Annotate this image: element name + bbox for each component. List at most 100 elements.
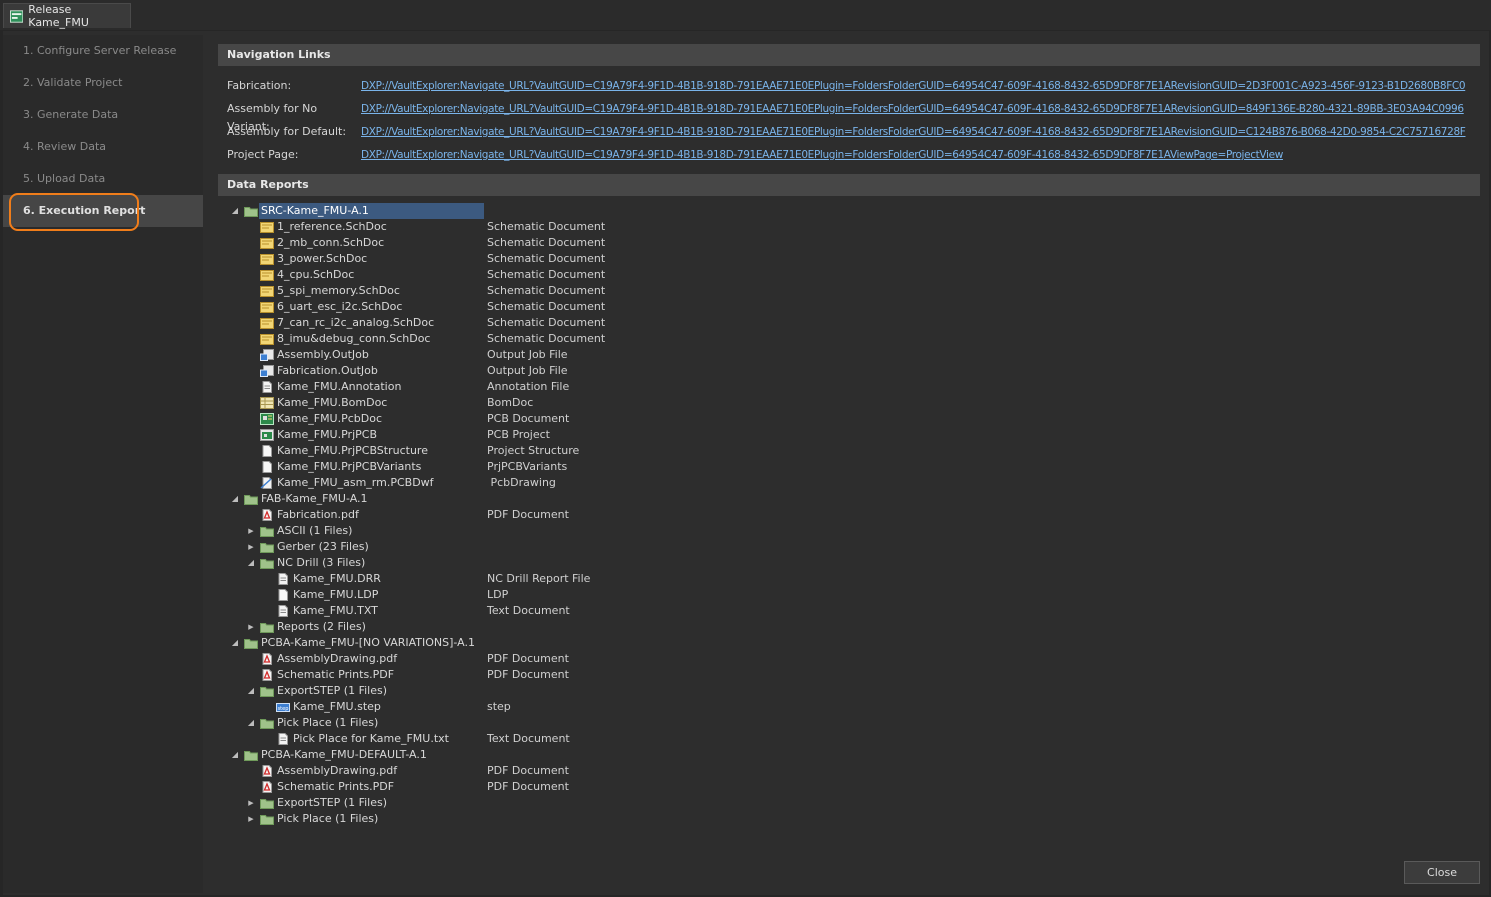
expand-arrow-icon[interactable]: ▶ <box>246 811 256 827</box>
tree-item-name[interactable]: Gerber (23 Files) <box>277 539 369 555</box>
tree-item-name[interactable]: Pick Place (1 Files) <box>277 715 378 731</box>
tree-item-name[interactable]: Kame_FMU.PcbDoc <box>277 411 382 427</box>
tree-row[interactable]: Assembly.OutJob Output Job File <box>228 347 828 363</box>
tree-item-name[interactable]: Reports (2 Files) <box>277 619 366 635</box>
tree-item-name[interactable]: Kame_FMU.PrjPCBVariants <box>277 459 421 475</box>
tree-item-name[interactable]: Pick Place (1 Files) <box>277 811 378 827</box>
tree-row[interactable]: 8_imu&debug_conn.SchDoc Schematic Documen… <box>228 331 828 347</box>
tree-item-name[interactable]: Kame_FMU.DRR <box>293 571 381 587</box>
tree-item-name[interactable]: Fabrication.pdf <box>277 507 359 523</box>
tree-item-name[interactable]: AssemblyDrawing.pdf <box>277 763 397 779</box>
tree-row[interactable]: Fabrication.pdf PDF Document <box>228 507 828 523</box>
tree-row[interactable]: 1_reference.SchDoc Schematic Document <box>228 219 828 235</box>
tree-item-name[interactable]: ASCII (1 Files) <box>277 523 352 539</box>
tree-item-name[interactable]: ExportSTEP (1 Files) <box>277 683 387 699</box>
tree-item-name[interactable]: 8_imu&debug_conn.SchDoc <box>277 331 430 347</box>
collapse-arrow-icon[interactable]: ◢ <box>230 747 240 763</box>
collapse-arrow-icon[interactable]: ◢ <box>230 203 240 219</box>
tree-item-name[interactable]: Kame_FMU.BomDoc <box>277 395 387 411</box>
collapse-arrow-icon[interactable]: ◢ <box>230 491 240 507</box>
tree-item-name[interactable]: Kame_FMU.LDP <box>293 587 378 603</box>
tree-item-name[interactable]: Fabrication.OutJob <box>277 363 378 379</box>
tree-row[interactable]: 6_uart_esc_i2c.SchDoc Schematic Document <box>228 299 828 315</box>
tree-row[interactable]: Kame_FMU.LDP LDP <box>228 587 828 603</box>
tree-row[interactable]: AssemblyDrawing.pdf PDF Document <box>228 763 828 779</box>
tree-row[interactable]: Kame_FMU.PrjPCBVariants PrjPCBVariants <box>228 459 828 475</box>
data-reports-tree[interactable]: ◢ SRC-Kame_FMU-A.1 1_reference.SchDoc Schem… <box>228 203 828 827</box>
tree-item-name[interactable]: PCBA-Kame_FMU-DEFAULT-A.1 <box>261 747 427 763</box>
tree-row[interactable]: Kame_FMU.Annotation Annotation File <box>228 379 828 395</box>
tree-item-name[interactable]: AssemblyDrawing.pdf <box>277 651 397 667</box>
nav-link-url[interactable]: DXP://VaultExplorer:Navigate_URL?VaultGU… <box>361 77 1466 95</box>
expand-arrow-icon[interactable]: ▶ <box>246 523 256 539</box>
release-tab[interactable]: Release Kame_FMU <box>3 3 131 29</box>
tree-row[interactable]: ▶ Pick Place (1 Files) <box>228 811 828 827</box>
tree-item-name[interactable]: FAB-Kame_FMU-A.1 <box>261 491 368 507</box>
close-button[interactable]: Close <box>1404 861 1480 884</box>
tree-row[interactable]: Kame_FMU.BomDoc BomDoc <box>228 395 828 411</box>
tree-row[interactable]: ◢ NC Drill (3 Files) <box>228 555 828 571</box>
tree-row[interactable]: 2_mb_conn.SchDoc Schematic Document <box>228 235 828 251</box>
tree-row[interactable]: Schematic Prints.PDF PDF Document <box>228 667 828 683</box>
tree-item-name[interactable]: 2_mb_conn.SchDoc <box>277 235 384 251</box>
tree-row[interactable]: Kame_FMU.PrjPCBStructure Project Structur… <box>228 443 828 459</box>
tree-item-name[interactable]: Schematic Prints.PDF <box>277 667 394 683</box>
step-3[interactable]: 3. Generate Data <box>3 99 203 131</box>
tree-row[interactable]: Pick Place for Kame_FMU.txt Text Document <box>228 731 828 747</box>
tree-row[interactable]: Kame_FMU.PrjPCB PCB Project <box>228 427 828 443</box>
tree-item-name[interactable]: 5_spi_memory.SchDoc <box>277 283 400 299</box>
tree-row[interactable]: ◢ SRC-Kame_FMU-A.1 <box>228 203 828 219</box>
expand-arrow-icon[interactable]: ▶ <box>246 795 256 811</box>
tree-row[interactable]: ▶ Reports (2 Files) <box>228 619 828 635</box>
step-2[interactable]: 2. Validate Project <box>3 67 203 99</box>
tree-row[interactable]: 7_can_rc_i2c_analog.SchDoc Schematic Docu… <box>228 315 828 331</box>
tree-row[interactable]: ◢ ExportSTEP (1 Files) <box>228 683 828 699</box>
tree-item-name[interactable]: 1_reference.SchDoc <box>277 219 387 235</box>
tree-item-name[interactable]: 7_can_rc_i2c_analog.SchDoc <box>277 315 434 331</box>
tree-row[interactable]: 4_cpu.SchDoc Schematic Document <box>228 267 828 283</box>
tree-row[interactable]: ◢ Pick Place (1 Files) <box>228 715 828 731</box>
expand-arrow-icon[interactable]: ▶ <box>246 539 256 555</box>
collapse-arrow-icon[interactable]: ◢ <box>246 555 256 571</box>
tree-item-name[interactable]: Kame_FMU.TXT <box>293 603 378 619</box>
tree-row[interactable]: 3_power.SchDoc Schematic Document <box>228 251 828 267</box>
tree-item-name[interactable]: Schematic Prints.PDF <box>277 779 394 795</box>
step-5[interactable]: 5. Upload Data <box>3 163 203 195</box>
tree-row[interactable]: Kame_FMU.TXT Text Document <box>228 603 828 619</box>
tree-row[interactable]: Kame_FMU.DRR NC Drill Report File <box>228 571 828 587</box>
collapse-arrow-icon[interactable]: ◢ <box>246 715 256 731</box>
tree-row[interactable]: ◢ FAB-Kame_FMU-A.1 <box>228 491 828 507</box>
tree-row[interactable]: ▶ ExportSTEP (1 Files) <box>228 795 828 811</box>
tree-item-name[interactable]: Kame_FMU.Annotation <box>277 379 401 395</box>
step-1[interactable]: 1. Configure Server Release <box>3 35 203 67</box>
tree-item-name[interactable]: PCBA-Kame_FMU-[NO VARIATIONS]-A.1 <box>261 635 475 651</box>
tree-row[interactable]: 5_spi_memory.SchDoc Schematic Document <box>228 283 828 299</box>
collapse-arrow-icon[interactable]: ◢ <box>246 683 256 699</box>
nav-link-url[interactable]: DXP://VaultExplorer:Navigate_URL?VaultGU… <box>361 123 1466 141</box>
tree-item-name[interactable]: Kame_FMU.step <box>293 699 381 715</box>
tree-row[interactable]: ◢ PCBA-Kame_FMU-[NO VARIATIONS]-A.1 <box>228 635 828 651</box>
tree-row[interactable]: Kame_FMU_asm_rm.PCBDwf PcbDrawing <box>228 475 828 491</box>
tree-item-name[interactable]: Kame_FMU.PrjPCBStructure <box>277 443 428 459</box>
tree-row[interactable]: Schematic Prints.PDF PDF Document <box>228 779 828 795</box>
nav-link-url[interactable]: DXP://VaultExplorer:Navigate_URL?VaultGU… <box>361 146 1283 164</box>
tree-item-name[interactable]: SRC-Kame_FMU-A.1 <box>261 203 369 219</box>
tree-row[interactable]: Fabrication.OutJob Output Job File <box>228 363 828 379</box>
tree-row[interactable]: AssemblyDrawing.pdf PDF Document <box>228 651 828 667</box>
tree-row[interactable]: Kame_FMU.PcbDoc PCB Document <box>228 411 828 427</box>
step-4[interactable]: 4. Review Data <box>3 131 203 163</box>
tree-row[interactable]: ◢ PCBA-Kame_FMU-DEFAULT-A.1 <box>228 747 828 763</box>
tree-item-name[interactable]: 4_cpu.SchDoc <box>277 267 354 283</box>
collapse-arrow-icon[interactable]: ◢ <box>230 635 240 651</box>
tree-item-name[interactable]: 3_power.SchDoc <box>277 251 367 267</box>
tree-item-name[interactable]: 6_uart_esc_i2c.SchDoc <box>277 299 402 315</box>
nav-link-url[interactable]: DXP://VaultExplorer:Navigate_URL?VaultGU… <box>361 100 1464 118</box>
tree-item-name[interactable]: Assembly.OutJob <box>277 347 369 363</box>
tree-item-name[interactable]: Pick Place for Kame_FMU.txt <box>293 731 449 747</box>
tree-item-name[interactable]: Kame_FMU_asm_rm.PCBDwf <box>277 475 434 491</box>
tree-row[interactable]: ▶ Gerber (23 Files) <box>228 539 828 555</box>
tree-item-name[interactable]: ExportSTEP (1 Files) <box>277 795 387 811</box>
expand-arrow-icon[interactable]: ▶ <box>246 619 256 635</box>
tree-item-name[interactable]: Kame_FMU.PrjPCB <box>277 427 377 443</box>
tree-row[interactable]: ▶ ASCII (1 Files) <box>228 523 828 539</box>
